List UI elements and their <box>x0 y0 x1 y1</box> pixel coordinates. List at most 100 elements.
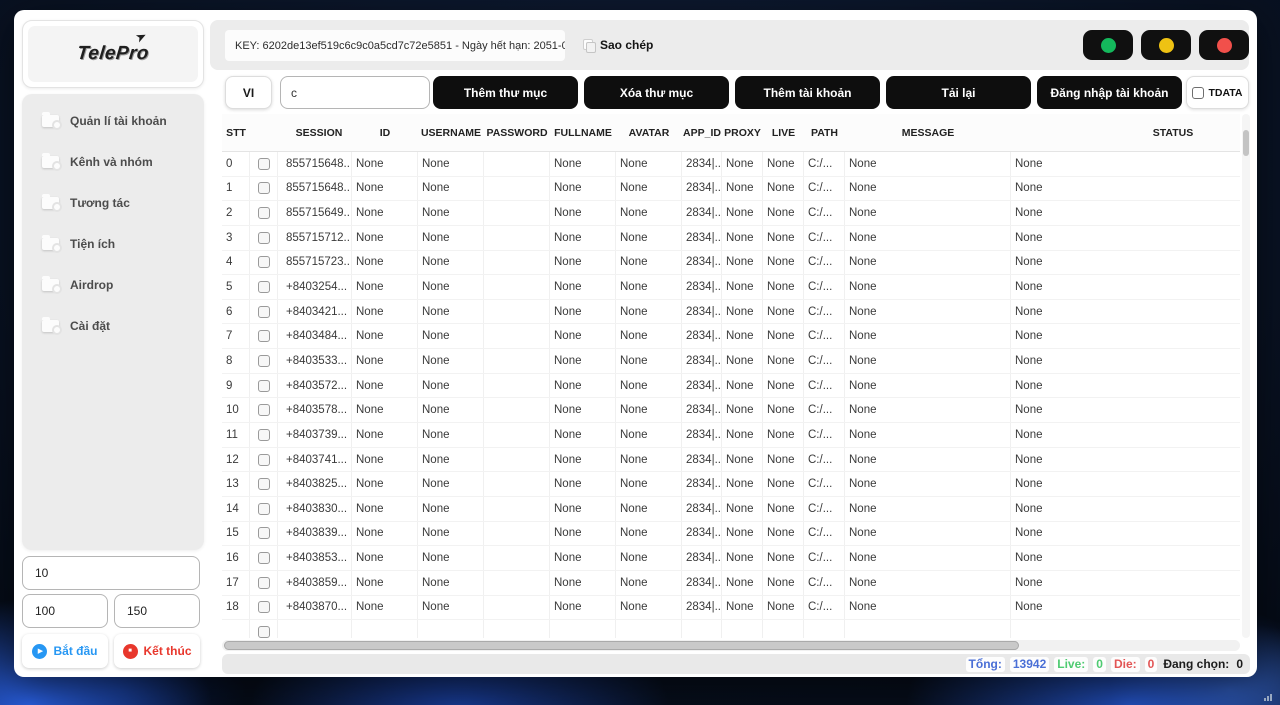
cell-app_id: 2834|... <box>682 177 722 201</box>
cell-id: None <box>352 546 418 570</box>
cell-status: None <box>1011 374 1240 398</box>
cell-session: 855715648... <box>278 177 352 201</box>
cell-stt: 17 <box>222 571 250 595</box>
cell-proxy: None <box>722 201 763 225</box>
add-account-button[interactable]: Thêm tài khoản <box>735 76 880 109</box>
column-header-password[interactable]: PASSWORD <box>484 114 550 151</box>
cell-session: +8403741... <box>278 448 352 472</box>
row-checkbox[interactable] <box>258 182 270 194</box>
column-header-status[interactable]: STATUS <box>1011 114 1240 151</box>
live-label: Live: <box>1054 657 1088 672</box>
row-checkbox[interactable] <box>258 281 270 293</box>
cell-live: None <box>763 423 804 447</box>
stop-button[interactable]: ■ Kết thúc <box>114 634 200 668</box>
sidebar-item-interaction[interactable]: Tương tác <box>22 182 204 223</box>
column-header-username[interactable]: USERNAME <box>418 114 484 151</box>
sidebar-item-channels-groups[interactable]: Kênh và nhóm <box>22 141 204 182</box>
traffic-light-red-button[interactable] <box>1199 30 1249 60</box>
vertical-scrollbar-thumb[interactable] <box>1243 130 1249 156</box>
row-checkbox[interactable] <box>258 355 270 367</box>
range-from-input[interactable] <box>22 594 108 628</box>
row-checkbox[interactable] <box>258 404 270 416</box>
cell-session: 855715649... <box>278 201 352 225</box>
cell-app_id: 2834|... <box>682 349 722 373</box>
column-header-message[interactable]: MESSAGE <box>845 114 1011 151</box>
column-header-stt[interactable]: STT <box>222 114 250 151</box>
language-button[interactable]: VI <box>225 76 272 109</box>
row-checkbox[interactable] <box>258 552 270 564</box>
horizontal-scrollbar[interactable] <box>222 640 1240 651</box>
column-header-id[interactable]: ID <box>352 114 418 151</box>
row-checkbox[interactable] <box>258 232 270 244</box>
start-button[interactable]: ▶ Bắt đầu <box>22 634 108 668</box>
add-folder-button[interactable]: Thêm thư mục <box>433 76 578 109</box>
sidebar-item-utilities[interactable]: Tiện ích <box>22 223 204 264</box>
row-checkbox[interactable] <box>258 207 270 219</box>
reload-button[interactable]: Tải lại <box>886 76 1031 109</box>
copy-key-button[interactable]: Sao chép <box>583 20 653 70</box>
cell-proxy: None <box>722 374 763 398</box>
threads-input[interactable] <box>22 556 200 590</box>
cell-id: None <box>352 472 418 496</box>
taskbar-corner-icon[interactable] <box>1264 694 1272 701</box>
sidebar-item-settings[interactable]: Cài đặt <box>22 305 204 346</box>
row-checkbox[interactable] <box>258 429 270 441</box>
row-checkbox[interactable] <box>258 478 270 490</box>
sidebar-item-accounts[interactable]: Quản lí tài khoản <box>22 100 204 141</box>
column-header-checkbox[interactable] <box>250 114 278 151</box>
column-header-path[interactable]: PATH <box>804 114 845 151</box>
cell-id: None <box>352 398 418 422</box>
column-header-avatar[interactable]: AVATAR <box>616 114 682 151</box>
row-checkbox[interactable] <box>258 158 270 170</box>
cell-app_id: 2834|... <box>682 571 722 595</box>
sidebar-item-label: Tiện ích <box>70 237 115 251</box>
cell-status: None <box>1011 324 1240 348</box>
traffic-light-green-button[interactable] <box>1083 30 1133 60</box>
cell-session: +8403421... <box>278 300 352 324</box>
tdata-checkbox[interactable] <box>1192 87 1204 99</box>
row-checkbox[interactable] <box>258 454 270 466</box>
account-table-body: 0855715648...NoneNoneNoneNone2834|...Non… <box>222 152 1240 638</box>
cell-avatar: None <box>616 423 682 447</box>
cell-id: None <box>352 522 418 546</box>
cell-fullname: None <box>550 201 616 225</box>
horizontal-scrollbar-thumb[interactable] <box>224 641 1019 650</box>
cell-live: None <box>763 226 804 250</box>
delete-folder-button[interactable]: Xóa thư mục <box>584 76 729 109</box>
cell-session: +8403830... <box>278 497 352 521</box>
vertical-scrollbar[interactable] <box>1242 114 1250 638</box>
column-header-app_id[interactable]: APP_ID <box>682 114 722 151</box>
range-to-input[interactable] <box>114 594 200 628</box>
row-checkbox[interactable] <box>258 577 270 589</box>
row-checkbox[interactable] <box>258 503 270 515</box>
row-checkbox[interactable] <box>258 330 270 342</box>
row-checkbox[interactable] <box>258 601 270 613</box>
cell-fullname: None <box>550 522 616 546</box>
cell-fullname: None <box>550 251 616 275</box>
cell-avatar: None <box>616 374 682 398</box>
sidebar-item-airdrop[interactable]: Airdrop <box>22 264 204 305</box>
row-checkbox[interactable] <box>258 527 270 539</box>
cell-message: None <box>845 349 1011 373</box>
traffic-light-yellow-button[interactable] <box>1141 30 1191 60</box>
folder-search-input[interactable] <box>280 76 430 109</box>
cell-username: None <box>418 349 484 373</box>
column-header-session[interactable]: SESSION <box>278 114 352 151</box>
tdata-toggle[interactable]: TDATA <box>1186 76 1249 109</box>
cell-fullname: None <box>550 472 616 496</box>
row-checkbox[interactable] <box>258 380 270 392</box>
column-header-proxy[interactable]: PROXY <box>722 114 763 151</box>
row-checkbox[interactable] <box>258 626 270 638</box>
login-account-button[interactable]: Đăng nhập tài khoản <box>1037 76 1182 109</box>
cell-message: None <box>845 522 1011 546</box>
cell-stt: 6 <box>222 300 250 324</box>
cell-username: None <box>418 546 484 570</box>
cell-session: +8403839... <box>278 522 352 546</box>
column-header-live[interactable]: LIVE <box>763 114 804 151</box>
row-checkbox[interactable] <box>258 306 270 318</box>
cell-app_id: 2834|... <box>682 472 722 496</box>
cell-avatar: None <box>616 251 682 275</box>
cell-password <box>484 596 550 620</box>
column-header-fullname[interactable]: FULLNAME <box>550 114 616 151</box>
row-checkbox[interactable] <box>258 256 270 268</box>
